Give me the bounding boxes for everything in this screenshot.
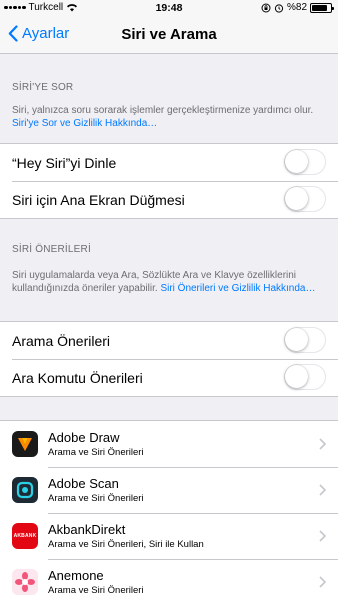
privacy-link-ask-siri[interactable]: Siri'ye Sor ve Gizlilik Hakkında… [12,118,157,129]
app-name: Adobe Draw [48,429,120,445]
section-footer-siri-suggestions: Siri uygulamalarda veya Ara, Sözlükte Ar… [12,270,316,294]
anemone-icon [12,569,38,595]
row-search-suggestions: Arama Önerileri [0,322,338,359]
apps-group: Adobe Draw Arama ve Siri Önerileri Adobe… [0,420,338,600]
row-label: “Hey Siri”yi Dinle [12,154,117,171]
battery-icon [310,2,334,13]
adobe-scan-icon [12,477,38,503]
row-label: Arama Önerileri [12,332,111,349]
home-button-siri-toggle[interactable] [284,186,326,212]
section-footer-ask-siri: Siri, yalnızca soru sorarak işlemler ger… [12,105,314,129]
app-subtitle: Arama ve Siri Önerileri [48,446,144,458]
section-header-siri-suggestions: SİRİ ÖNERİLERİ [12,244,91,255]
app-name: Anemone [48,567,104,583]
ask-siri-group: “Hey Siri”yi Dinle Siri için Ana Ekran D… [0,143,338,219]
privacy-link-siri-suggestions[interactable]: Siri Önerileri ve Gizlilik Hakkında… [160,283,315,294]
row-hey-siri: “Hey Siri”yi Dinle [0,144,338,181]
row-label: Ara Komutu Önerileri [12,369,143,386]
page-title: Siri ve Arama [121,26,217,43]
status-bar: Turkcell 19:48 %82 [0,0,338,16]
app-subtitle: Arama ve Siri Önerileri [48,584,144,596]
row-home-button: Siri için Ana Ekran Düğmesi [0,181,338,218]
app-subtitle: Arama ve Siri Önerileri [48,492,144,504]
akbank-icon: AKBANK [12,523,38,549]
chevron-right-icon [319,438,326,450]
section-header-ask-siri: SİRİ'YE SOR [12,82,74,93]
alarm-icon [274,3,284,13]
chevron-right-icon [319,576,326,588]
list-item-adobe-draw[interactable]: Adobe Draw Arama ve Siri Önerileri [0,421,338,467]
chevron-right-icon [319,530,326,542]
lookup-suggestions-toggle[interactable] [284,364,326,390]
battery-percent: %82 [286,2,307,13]
siri-suggestions-group: Arama Önerileri Ara Komutu Önerileri [0,321,338,397]
app-name: Adobe Scan [48,475,119,491]
list-item-anemone[interactable]: Anemone Arama ve Siri Önerileri [0,559,338,600]
app-subtitle: Arama ve Siri Önerileri, Siri ile Kullan [48,538,204,550]
row-label: Siri için Ana Ekran Düğmesi [12,191,185,208]
list-item-adobe-scan[interactable]: Adobe Scan Arama ve Siri Önerileri [0,467,338,513]
chevron-right-icon [319,484,326,496]
navigation-bar: Ayarlar Siri ve Arama [0,16,338,54]
row-lookup-suggestions: Ara Komutu Önerileri [0,359,338,396]
orientation-lock-icon [261,3,271,12]
adobe-draw-icon [12,431,38,457]
search-suggestions-toggle[interactable] [284,327,326,353]
app-name: AkbankDirekt [48,521,126,537]
list-item-akbank[interactable]: AKBANK AkbankDirekt Arama ve Siri Öneril… [0,513,338,559]
hey-siri-toggle[interactable] [284,149,326,175]
